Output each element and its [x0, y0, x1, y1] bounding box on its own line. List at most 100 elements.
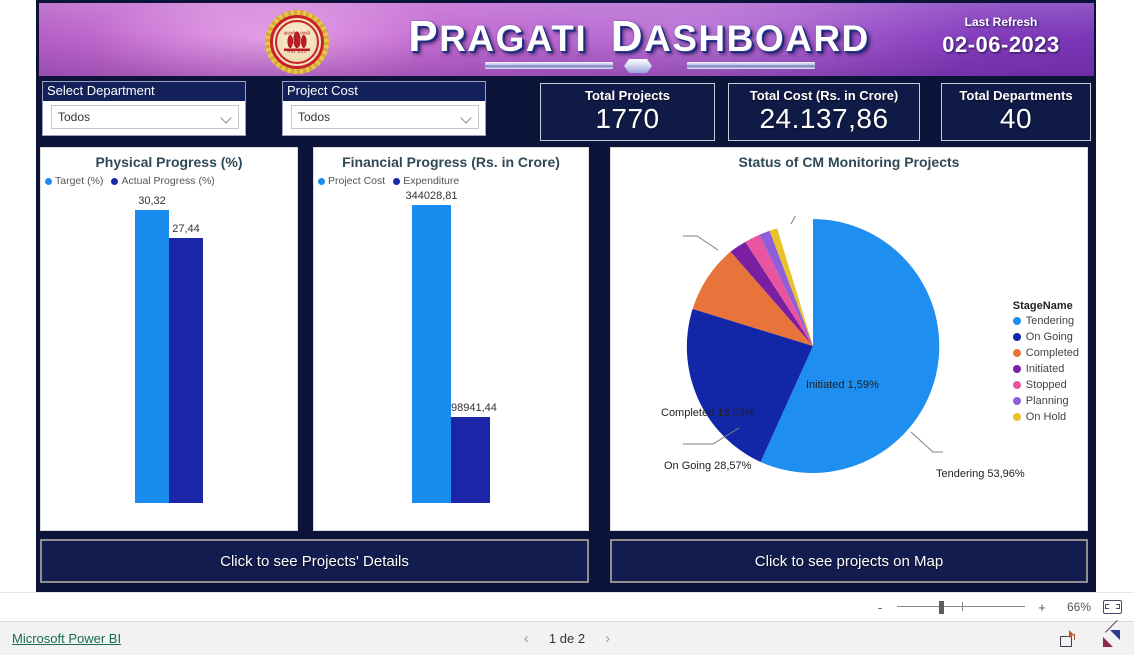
projects-map-button[interactable]: Click to see projects on Map — [610, 539, 1088, 583]
pie-legend-swatch-completed — [1012, 349, 1021, 357]
last-refresh-date: 02-06-2023 — [942, 32, 1060, 57]
fit-to-page-icon[interactable] — [1103, 600, 1122, 614]
bar-rect-actual-progress — [169, 238, 203, 503]
projects-details-button[interactable]: Click to see Projects' Details — [40, 539, 589, 583]
chevron-down-icon — [221, 112, 232, 123]
pie-callout-tendering: Tendering 53,96% — [936, 468, 1025, 480]
project-cost-dropdown[interactable]: Todos — [291, 105, 479, 129]
page-indicator: 1 de 2 — [548, 631, 586, 646]
legend-swatch-target — [45, 177, 52, 185]
financial-progress-bars: 344028,81 98941,44 — [314, 190, 588, 503]
pie-legend-title: StageName — [1012, 300, 1073, 312]
pie-legend-item-stopped[interactable]: Stopped — [1012, 379, 1079, 391]
pie-legend-item-on-going[interactable]: On Going — [1012, 331, 1079, 343]
zoom-slider[interactable] — [897, 600, 1025, 614]
bar-rect-project-cost — [412, 205, 451, 503]
report-bottom-bar: Microsoft Power BI ‹ 1 de 2 › — [0, 621, 1134, 655]
pie-legend-item-tendering[interactable]: Tendering — [1012, 315, 1079, 327]
pie-legend-label-tendering: Tendering — [1025, 315, 1075, 327]
slicer-project-cost[interactable]: Project Cost Todos — [282, 81, 486, 136]
pie-legend-label-completed: Completed — [1025, 347, 1079, 359]
bar-label-project-cost: 344028,81 — [405, 190, 458, 202]
bar-expenditure[interactable]: 98941,44 — [451, 402, 497, 503]
previous-page-icon[interactable]: ‹ — [524, 630, 529, 647]
status-pie-svg[interactable] — [683, 216, 943, 476]
page-navigation: ‹ 1 de 2 › — [0, 630, 1134, 647]
bar-target[interactable]: 30,32 — [135, 195, 169, 503]
pie-legend-label-on-hold: On Hold — [1025, 411, 1067, 423]
physical-progress-plot: 30,32 27,44 — [41, 187, 297, 505]
bar-rect-expenditure — [451, 417, 490, 503]
chart-status-cm-monitoring[interactable]: Status of CM Monitoring Projects Initiat… — [610, 147, 1088, 531]
bottom-bar-icons — [1060, 630, 1120, 647]
chevron-down-icon — [461, 112, 472, 123]
pie-callout-on-going: On Going 28,57% — [664, 460, 752, 472]
share-icon[interactable] — [1060, 630, 1077, 647]
pie-legend-swatch-tendering — [1012, 317, 1021, 325]
kpi-card-total-departments: Total Departments 40 — [941, 83, 1091, 141]
pie-legend-label-on-going: On Going — [1025, 331, 1073, 343]
pie-legend-item-planning[interactable]: Planning — [1012, 395, 1079, 407]
pie-callout-completed: Completed 13,03% — [661, 407, 755, 419]
chart-financial-progress[interactable]: Financial Progress (Rs. in Crore) Projec… — [313, 147, 589, 531]
zoom-level-value: 66% — [1066, 600, 1091, 614]
fullscreen-icon[interactable] — [1103, 630, 1120, 647]
legend-swatch-expenditure — [393, 177, 401, 185]
chart-physical-progress[interactable]: Physical Progress (%) Target (%) Actual … — [40, 147, 298, 531]
financial-progress-legend[interactable]: Project Cost Expenditure — [318, 175, 588, 187]
pie-legend-item-initiated[interactable]: Initiated — [1012, 363, 1079, 375]
department-dropdown[interactable]: Todos — [51, 105, 239, 129]
legend-item-target[interactable]: Target (%) — [45, 175, 103, 187]
pie-legend-swatch-on-going — [1012, 333, 1021, 341]
physical-progress-legend[interactable]: Target (%) Actual Progress (%) — [45, 175, 297, 187]
slicer-select-department[interactable]: Select Department Todos — [42, 81, 246, 136]
legend-label-project-cost: Project Cost — [328, 175, 386, 187]
financial-progress-title: Financial Progress (Rs. in Crore) — [342, 154, 560, 170]
zoom-in-button[interactable]: + — [1037, 600, 1047, 615]
kpi-total-departments-value: 40 — [999, 103, 1033, 134]
pie-legend-swatch-stopped — [1012, 381, 1021, 389]
financial-progress-plot: 344028,81 98941,44 — [314, 187, 588, 505]
title-rest-dashboard: ASHBOARD — [644, 18, 870, 59]
slicer-project-cost-title: Project Cost — [283, 82, 485, 101]
slicer-department-title: Select Department — [43, 82, 245, 101]
pie-legend-swatch-planning — [1012, 397, 1021, 405]
pie-legend[interactable]: StageName Tendering On Going Completed I… — [1012, 300, 1079, 427]
department-selected-value: Todos — [58, 110, 91, 124]
next-page-icon[interactable]: › — [605, 630, 610, 647]
page-title: PRAGATI DASHBOARD — [369, 12, 909, 62]
dashboard-canvas: सत्यमेव जयते मध्य प्रदेश PRAGATI DASHBOA… — [36, 0, 1096, 592]
kpi-total-departments-label: Total Departments — [959, 88, 1073, 103]
status-pie-area: Initiated 1,59% Completed 13,03% Tenderi… — [611, 170, 1087, 516]
zoom-slider-tick — [962, 602, 964, 611]
bar-label-target: 30,32 — [138, 195, 166, 207]
zoom-slider-thumb[interactable] — [939, 601, 945, 614]
emblem-bottom-text: मध्य प्रदेश — [287, 49, 307, 55]
last-refresh-label: Last Refresh — [964, 15, 1038, 29]
zoom-statusbar: - + 66% — [0, 592, 1134, 621]
bar-actual-progress[interactable]: 27,44 — [169, 223, 203, 503]
zoom-slider-track — [897, 606, 1025, 607]
legend-item-actual-progress[interactable]: Actual Progress (%) — [111, 175, 215, 187]
legend-label-expenditure: Expenditure — [403, 175, 460, 187]
pie-callout-initiated: Initiated 1,59% — [806, 379, 879, 391]
legend-item-project-cost[interactable]: Project Cost — [318, 175, 385, 187]
kpi-total-cost-value: 24.137,86 — [759, 103, 889, 134]
pie-legend-label-planning: Planning — [1025, 395, 1069, 407]
title-cap-d: D — [610, 12, 644, 61]
pie-legend-label-stopped: Stopped — [1025, 379, 1067, 391]
legend-label-target: Target (%) — [55, 175, 104, 187]
pie-legend-swatch-on-hold — [1012, 413, 1021, 421]
title-cap-p: P — [408, 12, 440, 61]
bar-project-cost[interactable]: 344028,81 — [406, 190, 458, 503]
kpi-card-total-projects: Total Projects 1770 — [540, 83, 715, 141]
pie-legend-item-on-hold[interactable]: On Hold — [1012, 411, 1079, 423]
government-emblem-icon: सत्यमेव जयते मध्य प्रदेश — [261, 9, 333, 75]
pie-legend-swatch-initiated — [1012, 365, 1021, 373]
bar-label-expenditure: 98941,44 — [451, 402, 497, 414]
bar-rect-target — [135, 210, 169, 503]
legend-label-actual-progress: Actual Progress (%) — [121, 175, 215, 187]
legend-item-expenditure[interactable]: Expenditure — [393, 175, 459, 187]
pie-legend-item-completed[interactable]: Completed — [1012, 347, 1079, 359]
zoom-out-button[interactable]: - — [875, 600, 885, 615]
